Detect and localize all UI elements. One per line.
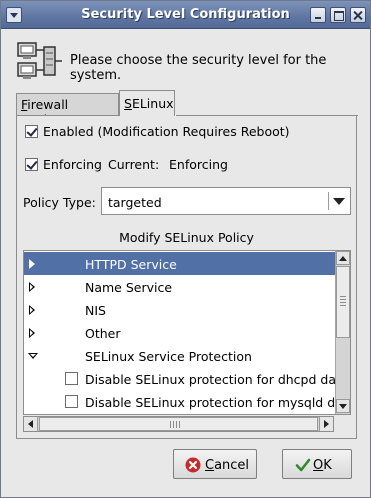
mysqld-protection-checkbox[interactable] (65, 395, 78, 408)
security-level-window: Security Level Configuration Please choo… (0, 0, 371, 498)
current-value: Enforcing (169, 157, 228, 172)
tree-row-nis[interactable]: NIS (24, 298, 335, 321)
expander-collapsed-icon[interactable] (29, 328, 35, 338)
cancel-label: Cancel (205, 458, 250, 473)
cancel-button[interactable]: Cancel (173, 449, 257, 479)
policy-tree[interactable]: HTTPD Service Name Service NIS Other SEL… (23, 250, 351, 415)
scroll-down-button[interactable] (336, 399, 350, 413)
tree-row-name-service[interactable]: Name Service (24, 275, 335, 298)
tree-row-label: Disable SELinux protection for dhcpd dae… (85, 372, 351, 387)
scroll-right-button[interactable] (319, 417, 333, 431)
tab-selinux-mnemonic: S (124, 96, 132, 111)
ok-button[interactable]: OK (282, 449, 352, 479)
tree-row-label: SELinux Service Protection (85, 349, 252, 364)
policy-type-label: Policy Type: (23, 195, 96, 210)
chevron-down-icon[interactable] (333, 196, 345, 206)
tree-row-selinux-service-protection[interactable]: SELinux Service Protection (24, 344, 335, 367)
ok-label: OK (313, 458, 332, 473)
policy-type-value: targeted (108, 195, 162, 210)
expander-expanded-icon[interactable] (28, 353, 38, 359)
enforcing-label: Enforcing (43, 157, 102, 172)
vertical-scrollbar[interactable] (335, 251, 350, 414)
tab-firewall-options[interactable]: Firewall Options (16, 93, 119, 127)
header-text: Please choose the security level for the… (70, 53, 327, 83)
horizontal-scroll-thumb[interactable] (39, 417, 318, 431)
tree-row-label: Name Service (85, 280, 173, 295)
scroll-left-button[interactable] (24, 417, 38, 431)
vertical-scroll-thumb[interactable] (336, 266, 350, 338)
enforcing-checkbox[interactable] (25, 158, 38, 171)
network-security-icon (17, 42, 62, 79)
current-label: Current: (108, 157, 160, 172)
combo-separator (328, 192, 329, 210)
enabled-checkbox[interactable] (25, 125, 38, 138)
tree-row-label: NIS (85, 303, 106, 318)
tree-row-label: HTTPD Service (85, 257, 177, 272)
enabled-label: Enabled (Modification Requires Reboot) (43, 124, 290, 139)
tree-row-disable-mysqld[interactable]: Disable SELinux protection for mysqld da… (24, 390, 350, 413)
horizontal-scrollbar[interactable] (23, 416, 334, 432)
tree-row-label: Other (85, 326, 121, 341)
minimize-button[interactable] (310, 7, 326, 23)
tree-row-disable-dhcpd[interactable]: Disable SELinux protection for dhcpd dae… (24, 367, 350, 390)
maximize-button[interactable] (330, 7, 346, 23)
expander-collapsed-icon[interactable] (29, 282, 35, 292)
policy-type-combo[interactable]: targeted (101, 187, 351, 215)
tab-selinux[interactable]: SELinux (119, 90, 175, 116)
title-bar[interactable]: Security Level Configuration (1, 1, 370, 29)
scroll-up-button[interactable] (336, 251, 350, 265)
tree-row-other[interactable]: Other (24, 321, 335, 344)
close-button[interactable] (350, 7, 366, 23)
dhcpd-protection-checkbox[interactable] (65, 372, 78, 385)
tree-row-label: Disable SELinux protection for mysqld da… (85, 395, 351, 410)
tree-row-httpd-service[interactable]: HTTPD Service (24, 252, 335, 275)
checkmark-icon (295, 458, 311, 472)
modify-policy-title: Modify SELinux Policy (119, 230, 254, 245)
expander-collapsed-icon[interactable] (29, 305, 35, 315)
tab-selinux-label: ELinux (131, 96, 174, 111)
cancel-x-icon (185, 457, 201, 473)
expander-collapsed-icon[interactable] (29, 259, 35, 269)
